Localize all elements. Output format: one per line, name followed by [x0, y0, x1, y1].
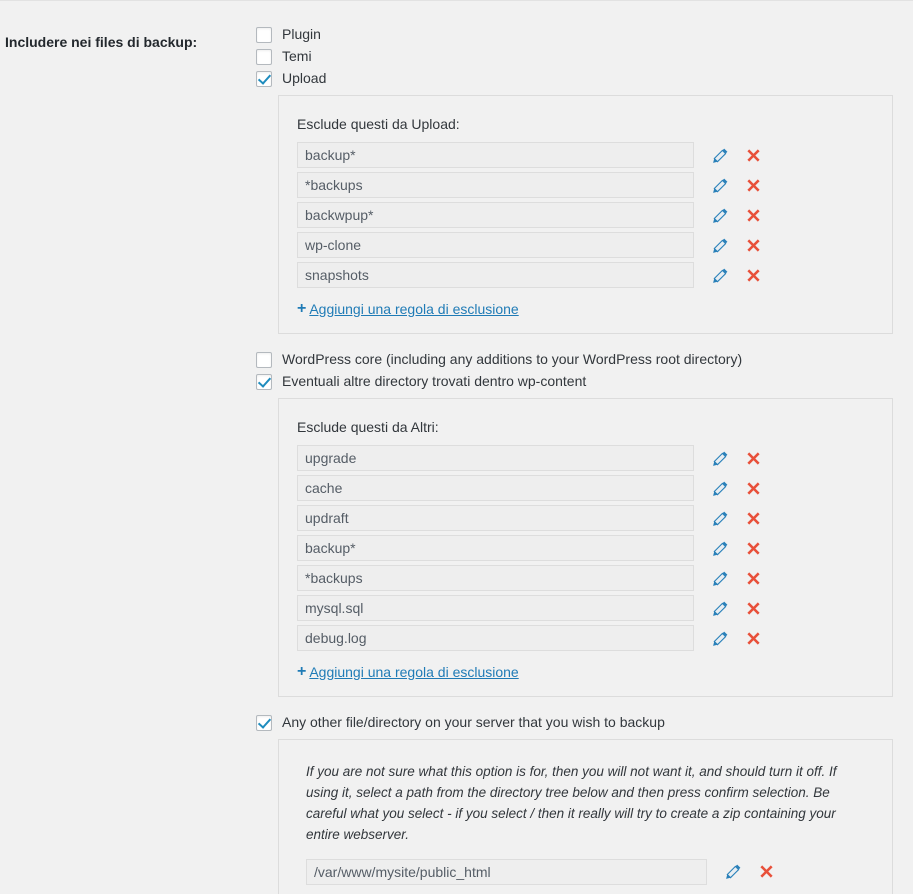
- close-x-icon[interactable]: [742, 597, 764, 619]
- exclusion-input[interactable]: *backups: [297, 172, 694, 198]
- pencil-icon[interactable]: [722, 861, 744, 883]
- exclusion-input[interactable]: mysql.sql: [297, 595, 694, 621]
- exclusion-row: wp-clone: [297, 232, 874, 258]
- plus-icon: +: [297, 300, 307, 317]
- exclusion-input[interactable]: backup*: [297, 142, 694, 168]
- section-label: Includere nei files di backup:: [5, 34, 198, 50]
- upload-exclusions-title: Esclude questi da Upload:: [297, 116, 460, 132]
- upload-exclusions-panel: Esclude questi da Upload: backup* *backu…: [278, 95, 893, 334]
- exclusion-input[interactable]: wp-clone: [297, 232, 694, 258]
- pencil-icon[interactable]: [709, 447, 731, 469]
- exclusion-input[interactable]: backwpup*: [297, 202, 694, 228]
- exclusion-row: cache: [297, 475, 874, 501]
- exclusion-row: *backups: [297, 172, 874, 198]
- others-exclusions-panel: Esclude questi da Altri: upgrade cache u…: [278, 398, 893, 697]
- pencil-icon[interactable]: [709, 567, 731, 589]
- exclusion-row: backwpup*: [297, 202, 874, 228]
- exclusion-row: upgrade: [297, 445, 874, 471]
- exclusion-row: debug.log: [297, 625, 874, 651]
- exclusion-row: updraft: [297, 505, 874, 531]
- close-x-icon[interactable]: [742, 477, 764, 499]
- exclusion-input[interactable]: debug.log: [297, 625, 694, 651]
- directory-path-input[interactable]: /var/www/mysite/public_html: [306, 858, 707, 885]
- add-exclusion-rule-label: Aggiungi una regola di esclusione: [309, 301, 519, 317]
- checkbox-plugin[interactable]: [256, 27, 272, 43]
- close-x-icon[interactable]: [742, 567, 764, 589]
- close-x-icon[interactable]: [742, 627, 764, 649]
- close-x-icon[interactable]: [742, 234, 764, 256]
- checkbox-other-directories[interactable]: [256, 374, 272, 390]
- backup-files-settings-page: Includere nei files di backup: Plugin Te…: [0, 0, 913, 894]
- pencil-icon[interactable]: [709, 597, 731, 619]
- checkbox-row-any-other-file[interactable]: Any other file/directory on your server …: [255, 714, 905, 731]
- pencil-icon[interactable]: [709, 204, 731, 226]
- upload-exclusion-list: backup* *backups backwpup* wp-clone snap…: [297, 142, 874, 288]
- add-exclusion-rule-link-upload[interactable]: + Aggiungi una regola di esclusione: [297, 300, 519, 318]
- settings-content-column: Plugin Temi Upload Esclude questi da Upl…: [255, 26, 905, 894]
- checkbox-row-other-directories[interactable]: Eventuali altre directory trovati dentro…: [255, 373, 905, 390]
- add-exclusion-rule-label: Aggiungi una regola di esclusione: [309, 664, 519, 680]
- exclusion-row: backup*: [297, 535, 874, 561]
- checkbox-any-other-file[interactable]: [256, 715, 272, 731]
- checkbox-label-upload[interactable]: Upload: [282, 70, 326, 86]
- others-exclusions-title: Esclude questi da Altri:: [297, 419, 439, 435]
- exclusion-input[interactable]: upgrade: [297, 445, 694, 471]
- checkbox-label-other-directories[interactable]: Eventuali altre directory trovati dentro…: [282, 373, 586, 389]
- pencil-icon[interactable]: [709, 234, 731, 256]
- checkbox-label-wordpress-core[interactable]: WordPress core (including any additions …: [282, 351, 742, 367]
- checkbox-temi[interactable]: [256, 49, 272, 65]
- checkbox-wordpress-core[interactable]: [256, 352, 272, 368]
- checkbox-row-plugin[interactable]: Plugin: [255, 26, 905, 43]
- pencil-icon[interactable]: [709, 174, 731, 196]
- exclusion-input[interactable]: snapshots: [297, 262, 694, 288]
- more-directories-panel: If you are not sure what this option is …: [278, 739, 893, 894]
- close-x-icon[interactable]: [742, 144, 764, 166]
- close-x-icon[interactable]: [742, 264, 764, 286]
- close-x-icon[interactable]: [755, 861, 777, 883]
- checkbox-label-temi[interactable]: Temi: [282, 48, 312, 64]
- checkbox-label-any-other-file[interactable]: Any other file/directory on your server …: [282, 714, 665, 730]
- exclusion-row: *backups: [297, 565, 874, 591]
- exclusion-row: backup*: [297, 142, 874, 168]
- close-x-icon[interactable]: [742, 507, 764, 529]
- add-exclusion-rule-link-others[interactable]: + Aggiungi una regola di esclusione: [297, 663, 519, 681]
- exclusion-row: snapshots: [297, 262, 874, 288]
- more-directories-help-text: If you are not sure what this option is …: [306, 764, 837, 842]
- exclusion-input[interactable]: cache: [297, 475, 694, 501]
- close-x-icon[interactable]: [742, 204, 764, 226]
- directory-path-section: /var/www/mysite/public_html + Add direct…: [297, 858, 874, 894]
- plus-icon: +: [297, 663, 307, 680]
- close-x-icon[interactable]: [742, 447, 764, 469]
- directory-path-row: /var/www/mysite/public_html: [306, 858, 874, 885]
- checkbox-row-upload[interactable]: Upload: [255, 70, 905, 87]
- pencil-icon[interactable]: [709, 477, 731, 499]
- checkbox-row-wordpress-core[interactable]: WordPress core (including any additions …: [255, 351, 905, 368]
- exclusion-input[interactable]: *backups: [297, 565, 694, 591]
- checkbox-upload[interactable]: [256, 71, 272, 87]
- pencil-icon[interactable]: [709, 537, 731, 559]
- pencil-icon[interactable]: [709, 627, 731, 649]
- exclusion-input[interactable]: backup*: [297, 535, 694, 561]
- exclusion-input[interactable]: updraft: [297, 505, 694, 531]
- checkbox-label-plugin[interactable]: Plugin: [282, 26, 321, 42]
- close-x-icon[interactable]: [742, 537, 764, 559]
- pencil-icon[interactable]: [709, 507, 731, 529]
- pencil-icon[interactable]: [709, 264, 731, 286]
- others-exclusion-list: upgrade cache updraft backup* *backups m…: [297, 445, 874, 651]
- exclusion-row: mysql.sql: [297, 595, 874, 621]
- pencil-icon[interactable]: [709, 144, 731, 166]
- checkbox-row-temi[interactable]: Temi: [255, 48, 905, 65]
- close-x-icon[interactable]: [742, 174, 764, 196]
